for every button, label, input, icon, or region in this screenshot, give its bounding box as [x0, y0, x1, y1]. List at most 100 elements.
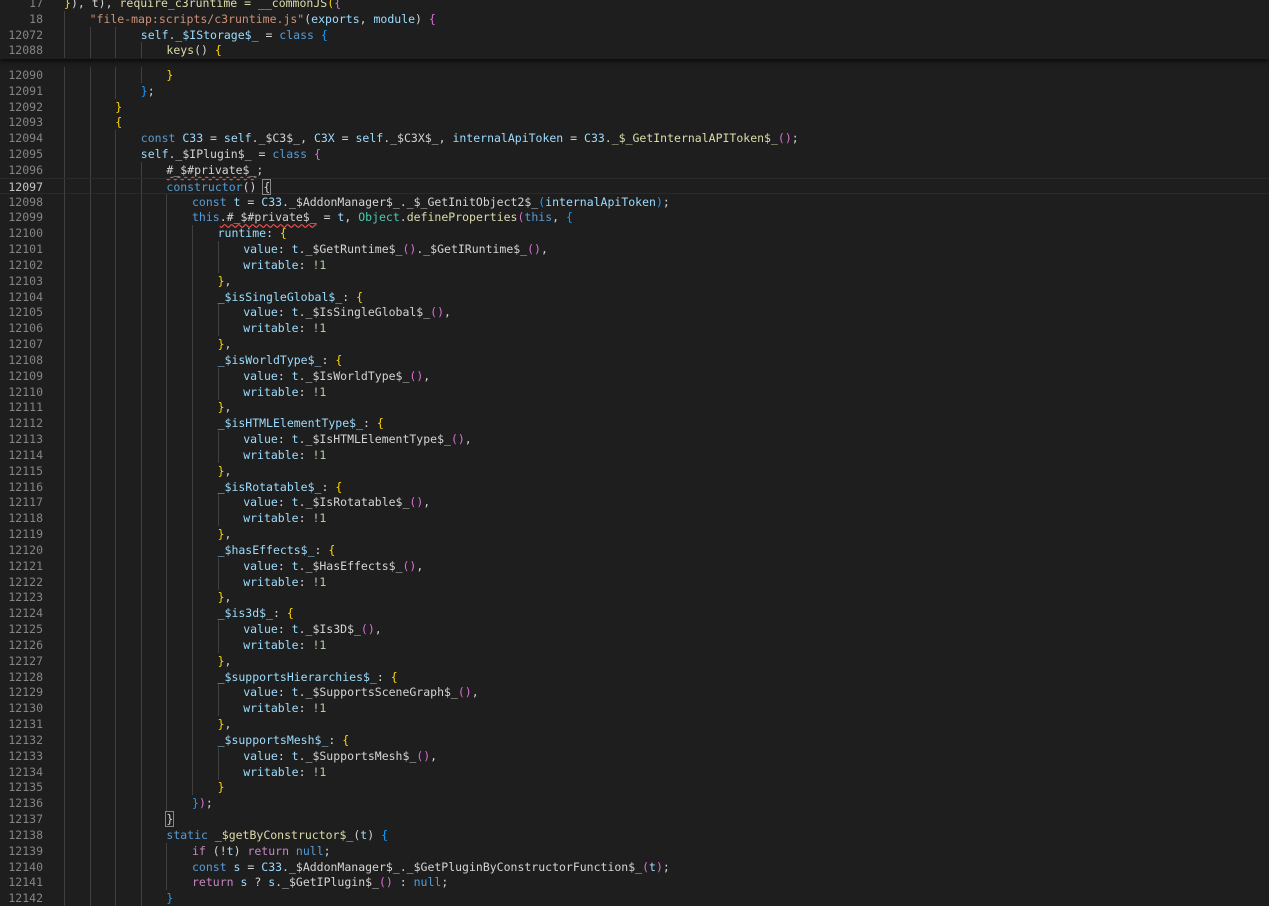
indent-guide	[217, 510, 219, 527]
code-line[interactable]: 12122 writable: !1	[0, 573, 1269, 590]
indent-guide	[140, 573, 142, 590]
code-line[interactable]: 12113 value: t._$IsHTMLElementType$_(),	[0, 431, 1269, 448]
code-token: C33	[261, 194, 283, 209]
indent-guide	[115, 336, 117, 353]
indent-guide	[166, 605, 168, 622]
code-token: :	[298, 701, 313, 716]
code-line[interactable]: 12091};	[0, 82, 1269, 99]
code-token: :	[298, 447, 313, 462]
code-line[interactable]: 12095 self._$IPlugin$_ = class {	[0, 146, 1269, 163]
code-line[interactable]: 12105 value: t._$IsSingleGlobal$_(),	[0, 304, 1269, 321]
code-line[interactable]: 12118 writable: !1	[0, 510, 1269, 527]
code-line[interactable]: 12128 _$supportsHierarchies$_: {	[0, 668, 1269, 685]
indent-guide	[89, 351, 91, 368]
code-token: ._$AddonManager$_._$_GetInitObject2$_	[282, 194, 539, 209]
code-token: ,	[224, 717, 232, 732]
code-line[interactable]: 12106 writable: !1	[0, 320, 1269, 337]
code-line[interactable]: 12131},	[0, 716, 1269, 733]
code-line[interactable]: 12088 keys() {	[0, 42, 1269, 59]
indent-guide	[115, 731, 117, 748]
line-code: _$supportsMesh$_: {	[218, 732, 350, 748]
code-line[interactable]: 12099 this.#_$#private$_ = t, Object.defi…	[0, 209, 1269, 226]
code-line[interactable]: 12142}	[0, 890, 1269, 906]
code-editor[interactable]: 17}), t), require_c3runtime = __commonJS…	[0, 0, 1269, 906]
code-line[interactable]: 12130 writable: !1	[0, 700, 1269, 717]
code-token: ,	[552, 210, 566, 225]
indent-guide	[89, 98, 91, 115]
indent-guide	[89, 557, 91, 574]
code-line[interactable]: 12132 _$supportsMesh$_: {	[0, 731, 1269, 748]
code-line[interactable]: 12133 value: t._$SupportsMesh$_(),	[0, 747, 1269, 764]
code-line[interactable]: 12102 writable: !1	[0, 256, 1269, 273]
code-line[interactable]: 12094 const C33 = self._$C3$_, C3X = self…	[0, 130, 1269, 147]
code-line[interactable]: 12121 value: t._$HasEffects$_(),	[0, 557, 1269, 574]
indent-guide	[166, 573, 168, 590]
code-line[interactable]: 12135}	[0, 779, 1269, 796]
code-line[interactable]: 12134 writable: !1	[0, 763, 1269, 780]
code-line[interactable]: 12112 _$isHTMLElementType$_: {	[0, 415, 1269, 432]
line-number: 12105	[8, 305, 43, 320]
indent-guide	[140, 811, 142, 827]
code-token: _$isHTMLElementType$_	[217, 416, 363, 431]
code-line[interactable]: 12093 {	[0, 114, 1269, 131]
code-line[interactable]: 12138 static _$getByConstructor$_(t) {	[0, 826, 1269, 843]
code-token: self	[355, 131, 384, 146]
code-line[interactable]: 12136});	[0, 795, 1269, 812]
code-line[interactable]: 12100 runtime: {	[0, 225, 1269, 242]
code-line[interactable]: 12137}	[0, 811, 1269, 827]
line-code: }	[166, 890, 173, 906]
code-line[interactable]: 12124 _$is3d$_: {	[0, 605, 1269, 622]
indent-guide	[140, 193, 142, 210]
code-line[interactable]: 12101 value: t._$GetRuntime$_()._$GetIRun…	[0, 241, 1269, 258]
code-line[interactable]: 12108 _$isWorldType$_: {	[0, 351, 1269, 368]
code-line[interactable]: 12117 value: t._$IsRotatable$_(),	[0, 494, 1269, 511]
indent-guide	[140, 209, 142, 226]
code-line[interactable]: 12110 writable: !1	[0, 383, 1269, 400]
code-line[interactable]: 12092}	[0, 98, 1269, 115]
code-token: (	[212, 843, 220, 858]
sticky-scroll-header[interactable]: 17}), t), require_c3runtime = __commonJS…	[0, 0, 1269, 59]
code-line[interactable]: 12096 #_$#private$_;	[0, 161, 1269, 178]
code-token: _$hasEffects$_	[217, 542, 315, 557]
code-token: {	[320, 27, 328, 42]
code-line[interactable]: 12116 _$isRotatable$_: {	[0, 478, 1269, 495]
code-line[interactable]: 12125 value: t._$Is3D$_(),	[0, 621, 1269, 638]
line-number: 12138	[8, 827, 43, 842]
indent-guide	[140, 225, 142, 242]
code-line[interactable]: 12140 const s = C33._$AddonManager$_._$Ge…	[0, 858, 1269, 875]
code-line[interactable]: 12104 _$isSingleGlobal$_: {	[0, 288, 1269, 305]
code-line[interactable]: 12090}	[0, 67, 1269, 83]
indent-guide	[140, 256, 142, 273]
code-line[interactable]: 12097 constructor() {	[0, 177, 1269, 195]
code-line[interactable]: 12072 self._$IStorage$_ = class {	[0, 26, 1269, 43]
indent-guide	[89, 763, 91, 780]
line-code: writable: !1	[243, 700, 326, 716]
code-line[interactable]: 12111},	[0, 399, 1269, 416]
indent-guide	[89, 82, 91, 99]
line-code: writable: !1	[243, 447, 326, 463]
code-token: _$isWorldType$_	[217, 352, 322, 367]
code-line[interactable]: 12103},	[0, 272, 1269, 289]
code-line[interactable]: 12115},	[0, 462, 1269, 479]
code-token: }	[115, 99, 123, 114]
code-line[interactable]: 12141 return s ? s._$GetIPlugin$_() : nul…	[0, 874, 1269, 891]
code-line[interactable]: 12139 if (!t) return null;	[0, 842, 1269, 859]
code-line[interactable]: 17}), t), require_c3runtime = __commonJS…	[0, 0, 1269, 11]
code-line[interactable]: 12120 _$hasEffects$_: {	[0, 541, 1269, 558]
code-line[interactable]: 12109 value: t._$IsWorldType$_(),	[0, 367, 1269, 384]
code-line[interactable]: 12129 value: t._$SupportsSceneGraph$_(),	[0, 684, 1269, 701]
code-line[interactable]: 12127},	[0, 652, 1269, 669]
code-token: C33	[584, 131, 605, 146]
code-line[interactable]: 12114 writable: !1	[0, 446, 1269, 463]
code-token: null	[413, 875, 442, 890]
indent-guide	[89, 731, 91, 748]
indent-guide	[64, 731, 65, 748]
code-line[interactable]: 12098 const t = C33._$AddonManager$_._$_G…	[0, 193, 1269, 210]
code-line[interactable]: 18 "file-map:scripts/c3runtime.js"(export…	[0, 10, 1269, 27]
indent-guide	[166, 272, 168, 289]
code-line[interactable]: 12123},	[0, 589, 1269, 606]
code-line[interactable]: 12126 writable: !1	[0, 636, 1269, 653]
code-line[interactable]: 12107},	[0, 336, 1269, 353]
code-line[interactable]: 12119},	[0, 526, 1269, 543]
code-token: value	[243, 242, 278, 257]
